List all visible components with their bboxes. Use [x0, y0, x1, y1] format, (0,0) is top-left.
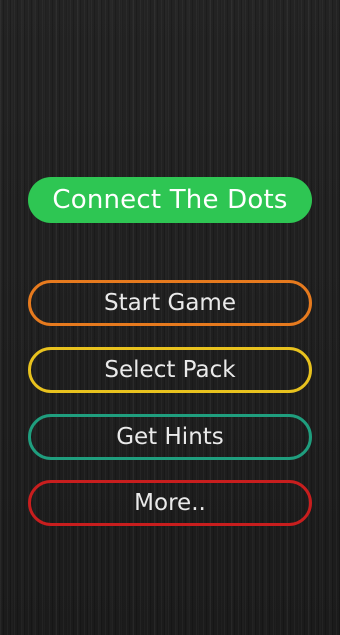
start-game-label: Start Game	[104, 290, 236, 316]
get-hints-button[interactable]: Get Hints	[28, 414, 312, 460]
game-title-banner: Connect The Dots	[28, 177, 312, 223]
select-pack-button[interactable]: Select Pack	[28, 347, 312, 393]
get-hints-label: Get Hints	[116, 424, 224, 450]
game-title: Connect The Dots	[52, 185, 288, 215]
more-label: More..	[134, 490, 206, 516]
main-menu-screen: Connect The Dots Start Game Select Pack …	[0, 0, 340, 635]
select-pack-label: Select Pack	[104, 357, 236, 383]
more-button[interactable]: More..	[28, 480, 312, 526]
start-game-button[interactable]: Start Game	[28, 280, 312, 326]
